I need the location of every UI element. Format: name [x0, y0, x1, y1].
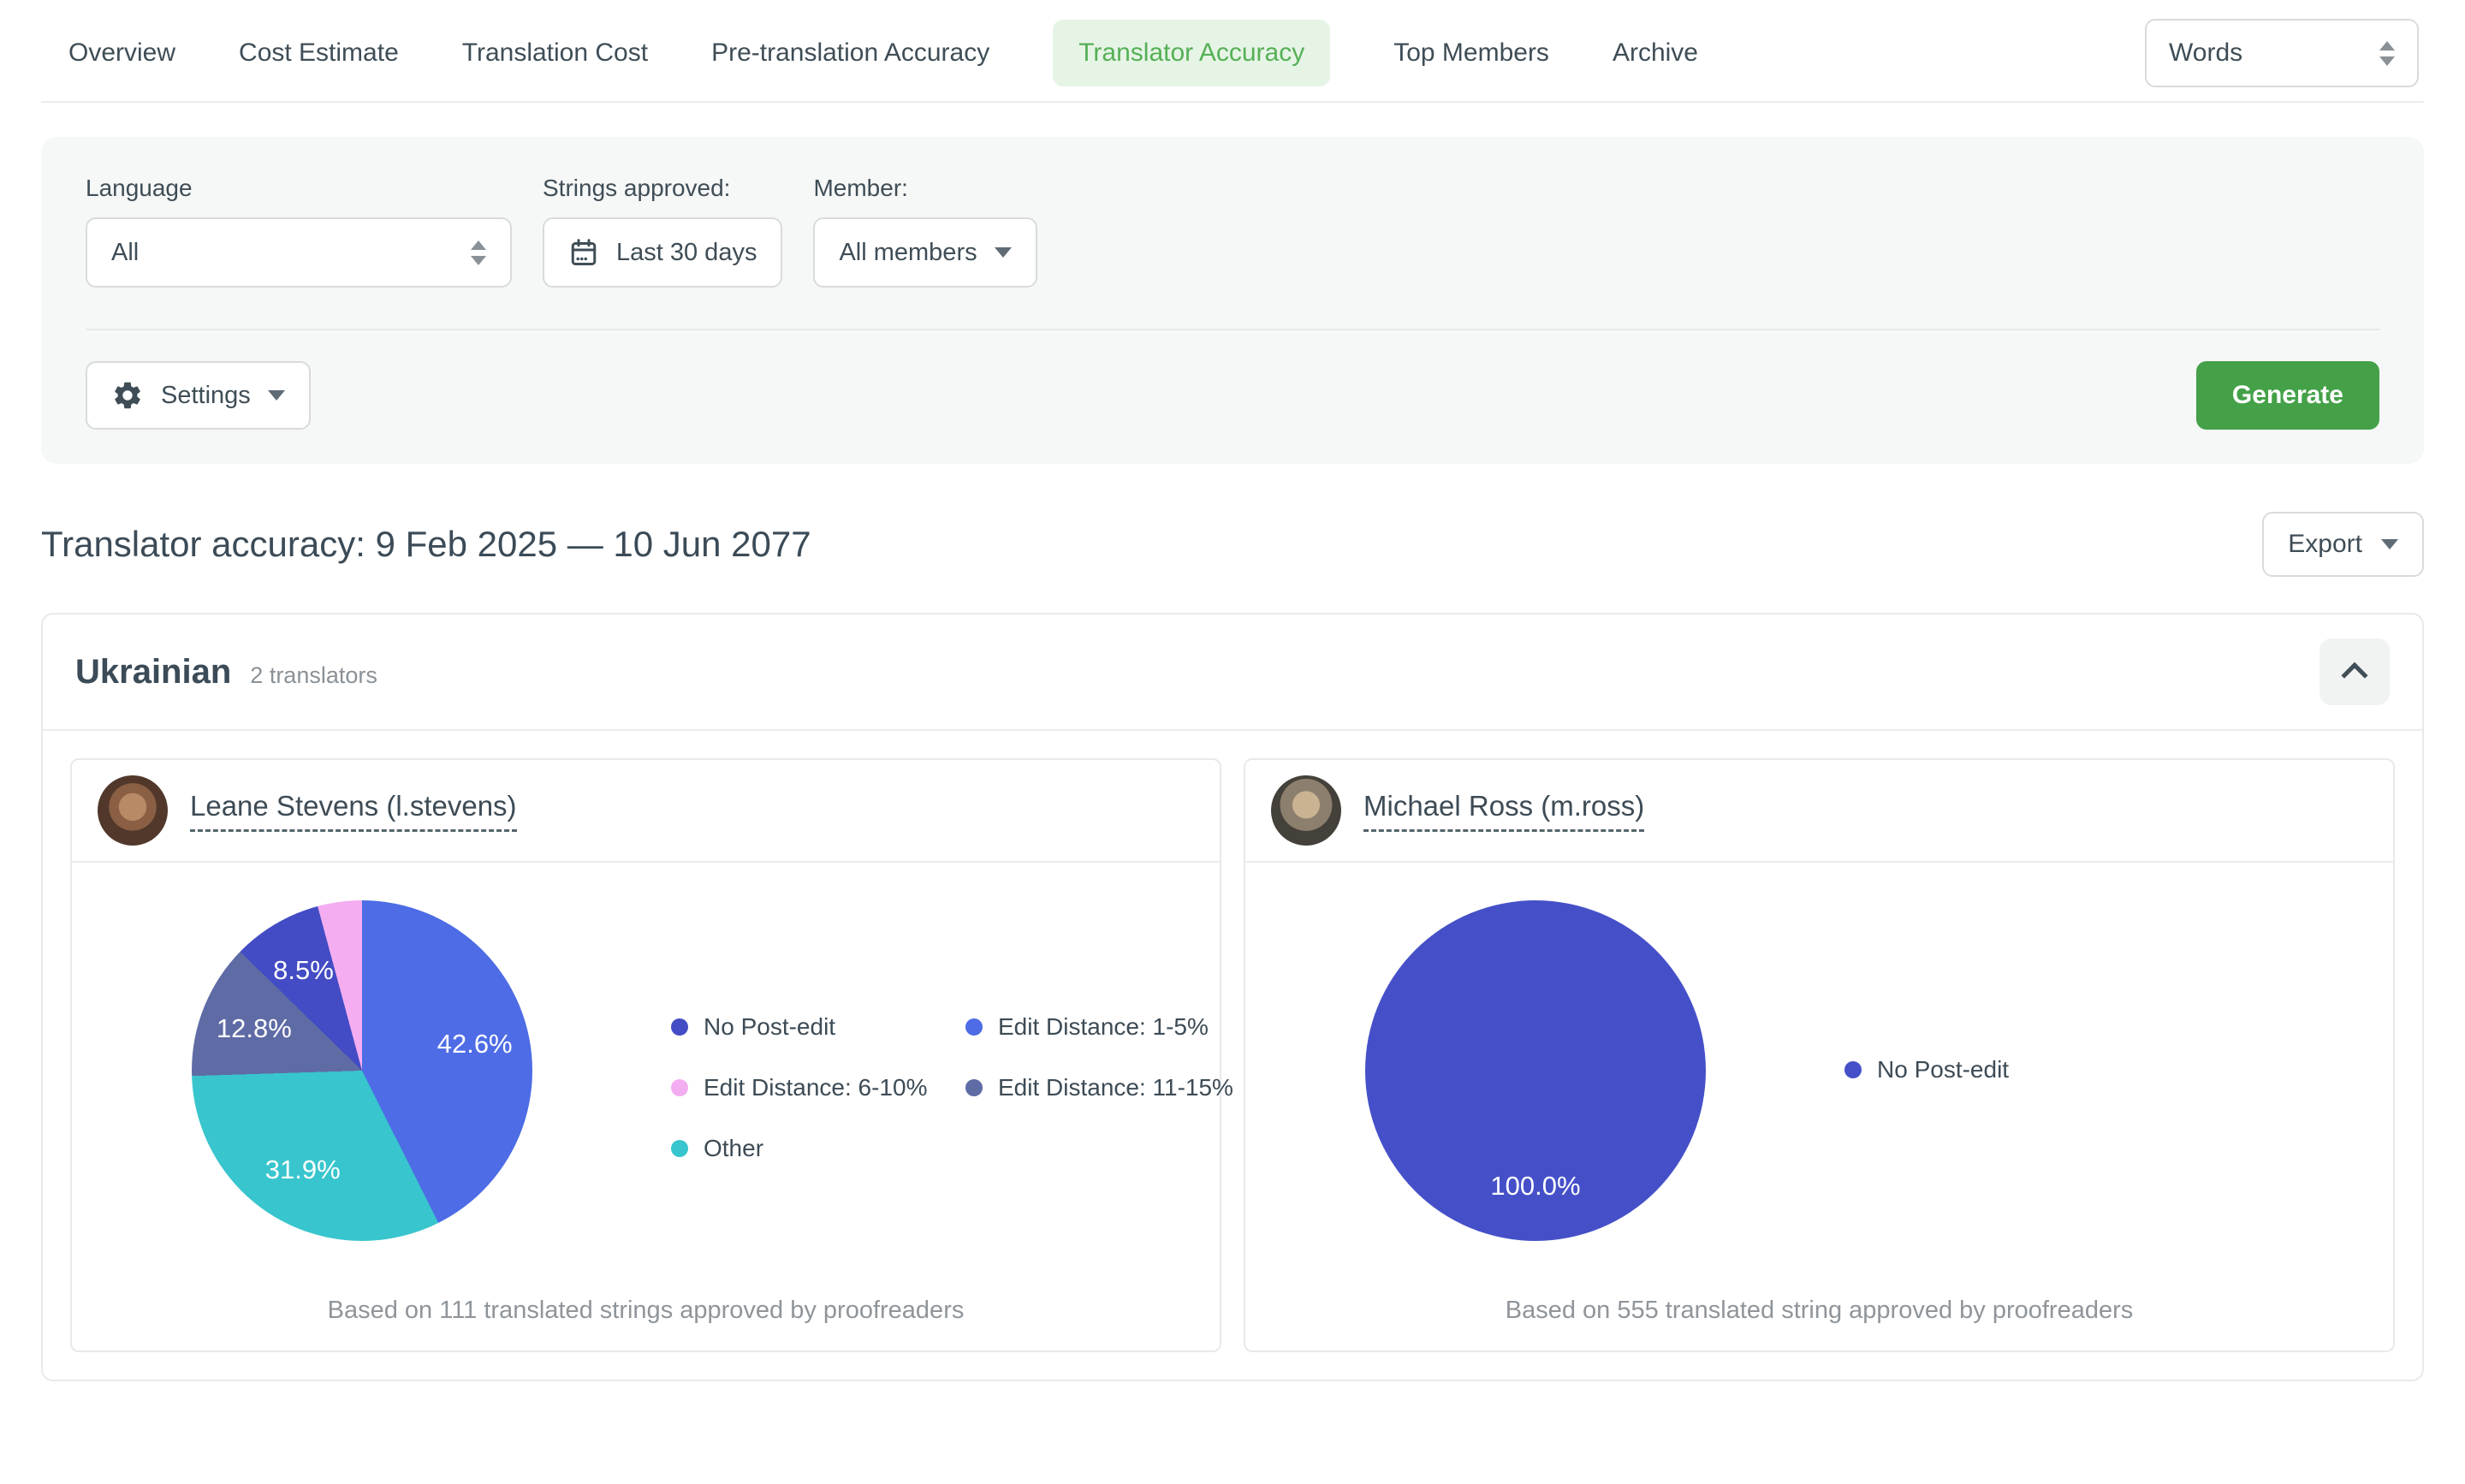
settings-button[interactable]: Settings: [86, 361, 311, 430]
tab-pre-translation-accuracy[interactable]: Pre-translation Accuracy: [711, 20, 989, 86]
chevron-up-icon: [2341, 662, 2367, 689]
pie-slice-label: 12.8%: [217, 1013, 292, 1044]
pie-slice-label: 31.9%: [265, 1155, 341, 1185]
tab-top-members[interactable]: Top Members: [1393, 20, 1549, 86]
avatar: [98, 775, 168, 846]
calendar-icon: [568, 237, 599, 268]
language-select-value: All: [111, 239, 139, 267]
legend-label: Other: [704, 1135, 763, 1162]
select-updown-icon: [2379, 41, 2395, 66]
chevron-down-icon: [2381, 539, 2398, 549]
nav-divider: [41, 101, 2424, 103]
generate-button[interactable]: Generate: [2196, 361, 2379, 430]
tab-cost-estimate[interactable]: Cost Estimate: [239, 20, 399, 86]
pie-legend: No Post-edit: [1844, 1056, 2009, 1083]
legend-dot-icon: [671, 1140, 688, 1157]
legend-dot-icon: [671, 1018, 688, 1036]
page-title: Translator accuracy: 9 Feb 2025 — 10 Jun…: [41, 524, 811, 565]
pie-slice-label: 8.5%: [273, 955, 334, 986]
legend-label: Edit Distance: 6-10%: [704, 1074, 927, 1101]
translator-card: Michael Ross (m.ross) 100.0% No Post-edi…: [1244, 758, 2395, 1352]
report-tabs-bar: Overview Cost Estimate Translation Cost …: [68, 19, 2419, 87]
strings-approved-filter-group: Strings approved: Last 30 days: [543, 175, 782, 288]
language-section-ukrainian: Ukrainian 2 translators Leane Stevens (l…: [41, 613, 2424, 1381]
legend-item[interactable]: Edit Distance: 11-15%: [965, 1074, 1233, 1101]
legend-item[interactable]: No Post-edit: [671, 1013, 965, 1041]
translator-name-link[interactable]: Michael Ross (m.ross): [1363, 790, 1644, 832]
unit-select[interactable]: Words: [2145, 19, 2419, 87]
date-range-button[interactable]: Last 30 days: [543, 217, 782, 288]
legend-dot-icon: [1844, 1061, 1862, 1078]
translator-card: Leane Stevens (l.stevens) 42.6% 31.9% 12.8…: [70, 758, 1221, 1352]
legend-label: Edit Distance: 11-15%: [998, 1074, 1233, 1101]
member-dropdown[interactable]: All members: [813, 217, 1036, 288]
translators-count: 2 translators: [250, 662, 377, 689]
member-label: Member:: [813, 175, 1036, 202]
export-button[interactable]: Export: [2262, 512, 2424, 577]
tab-overview[interactable]: Overview: [68, 20, 175, 86]
section-title: Ukrainian: [75, 653, 231, 692]
legend-item[interactable]: No Post-edit: [1844, 1056, 2009, 1083]
tab-translation-cost[interactable]: Translation Cost: [462, 20, 648, 86]
accuracy-pie-chart[interactable]: 100.0%: [1365, 900, 1706, 1241]
date-range-value: Last 30 days: [616, 239, 757, 267]
legend-item[interactable]: Edit Distance: 1-5%: [965, 1013, 1233, 1041]
legend-dot-icon: [671, 1079, 688, 1096]
legend-dot-icon: [965, 1018, 983, 1036]
strings-approved-label: Strings approved:: [543, 175, 782, 202]
accuracy-pie-chart[interactable]: 42.6% 31.9% 12.8% 8.5%: [192, 900, 532, 1241]
legend-item[interactable]: Other: [671, 1135, 965, 1162]
report-tabs: Overview Cost Estimate Translation Cost …: [68, 20, 1698, 86]
avatar: [1271, 775, 1341, 846]
legend-label: No Post-edit: [704, 1013, 835, 1041]
filter-panel: Language All Strings approved: Last 30 d…: [41, 137, 2424, 464]
unit-select-value: Words: [2169, 39, 2242, 68]
legend-item[interactable]: Edit Distance: 6-10%: [671, 1074, 965, 1101]
pie-slice-label: 42.6%: [437, 1029, 513, 1060]
language-filter-group: Language All: [86, 175, 512, 288]
legend-dot-icon: [965, 1079, 983, 1096]
chart-caption: Based on 555 translated string approved …: [1245, 1297, 2393, 1325]
member-filter-group: Member: All members: [813, 175, 1036, 288]
collapse-section-button[interactable]: [2319, 638, 2390, 705]
pie-legend: No Post-edit Edit Distance: 1-5% Edit Dist…: [671, 1013, 1233, 1162]
tab-archive[interactable]: Archive: [1613, 20, 1698, 86]
chart-caption: Based on 111 translated strings approved…: [72, 1297, 1220, 1325]
tab-translator-accuracy[interactable]: Translator Accuracy: [1053, 20, 1330, 86]
legend-label: No Post-edit: [1877, 1056, 2009, 1083]
gear-icon: [111, 379, 144, 412]
chevron-down-icon: [268, 390, 285, 401]
export-label: Export: [2288, 530, 2362, 559]
settings-label: Settings: [161, 382, 251, 410]
select-updown-icon: [471, 240, 486, 265]
translator-name-link[interactable]: Leane Stevens (l.stevens): [190, 790, 517, 832]
legend-label: Edit Distance: 1-5%: [998, 1013, 1209, 1041]
chevron-down-icon: [995, 247, 1012, 258]
member-dropdown-value: All members: [839, 239, 977, 267]
language-select[interactable]: All: [86, 217, 512, 288]
language-label: Language: [86, 175, 512, 202]
pie-slice-label: 100.0%: [1490, 1171, 1580, 1202]
